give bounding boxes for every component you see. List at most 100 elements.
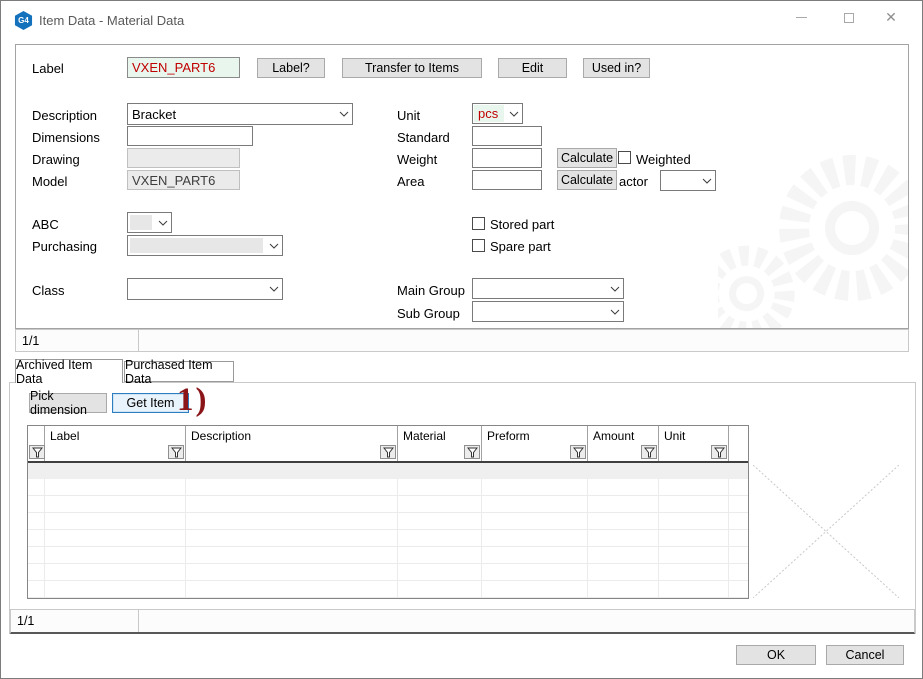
class-combobox[interactable] [127,278,283,300]
purchasing-value [130,238,263,253]
filter-button[interactable] [464,445,480,459]
unit-combobox[interactable]: pcs [472,103,523,124]
area-label: Area [397,174,425,189]
tab-archived-item-data[interactable]: Archived Item Data [15,358,123,386]
main-group-value [473,279,606,298]
table-empty-row [28,513,748,530]
filter-funnel-icon [713,447,725,457]
filter-button[interactable] [711,445,727,459]
transfer-to-items-button[interactable]: Transfer to Items [342,58,482,78]
model-label: Model [32,174,68,189]
separator [32,90,713,91]
used-in-button[interactable]: Used in? [583,58,650,78]
separator [32,200,713,201]
header-unit[interactable]: Unit [659,426,729,461]
standard-label: Standard [397,130,450,145]
filter-button[interactable] [380,445,396,459]
spare-part-checkbox[interactable] [472,239,485,252]
purchasing-combobox[interactable] [127,235,283,256]
class-value [128,279,265,299]
divider [138,330,139,351]
calculate-weight-button[interactable]: Calculate [557,148,617,168]
tab-purchased-item-data[interactable]: Purchased Item Data [124,358,234,386]
minimize-button[interactable] [784,4,818,31]
archived-items-table: Label Description Material Preform Amoun… [27,425,749,599]
description-value: Bracket [132,106,177,122]
unit-label: Unit [397,108,421,123]
column-title: Unit [664,429,686,443]
main-group-label: Main Group [397,283,465,298]
filter-button[interactable] [641,445,657,459]
table-empty-row [28,496,748,513]
header-amount[interactable]: Amount [588,426,659,461]
column-title: Material [403,429,446,443]
filter-button[interactable] [168,445,184,459]
filter-funnel-icon [170,447,182,457]
label-question-button[interactable]: Label? [257,58,325,78]
factor-combobox[interactable] [660,170,716,191]
maximize-icon [844,12,854,23]
chevron-down-icon [154,213,171,232]
standard-input[interactable] [472,126,542,146]
table-empty-row [28,479,748,496]
dimensions-input[interactable] [127,126,253,146]
dimensions-label: Dimensions [32,130,100,145]
filter-button[interactable] [570,445,586,459]
drawing-label: Drawing [32,152,80,167]
chevron-down-icon [265,236,282,255]
column-title: Preform [487,429,530,443]
empty-region-cross [753,465,899,598]
filter-funnel-icon [31,447,43,457]
column-title: Amount [593,429,635,443]
record-count: 1/1 [22,334,40,348]
filter-button[interactable] [29,445,45,459]
cancel-button[interactable]: Cancel [826,645,904,665]
filter-funnel-icon [382,447,394,457]
description-combobox[interactable]: Bracket [127,103,353,125]
factor-label: actor [619,174,648,189]
drawing-input [127,148,240,168]
area-input[interactable] [472,170,542,190]
sub-group-combobox[interactable] [472,301,624,322]
window-title: Item Data - Material Data [39,13,185,28]
separator [32,264,713,265]
filter-funnel-icon [643,447,655,457]
stored-part-label: Stored part [490,217,555,232]
factor-value [661,171,698,190]
spare-part-label: Spare part [490,239,551,254]
maximize-button[interactable] [832,4,866,31]
pick-dimension-button[interactable]: Pick dimension [29,389,107,417]
edit-button[interactable]: Edit [498,58,567,78]
material-data-form: Label VXEN_PART6 Label? Transfer to Item… [15,44,909,329]
header-description[interactable]: Description [186,426,398,461]
table-empty-row [28,547,748,564]
label-input[interactable]: VXEN_PART6 [127,57,240,78]
ok-button[interactable]: OK [736,645,816,665]
stored-part-checkbox[interactable] [472,217,485,230]
weight-label: Weight [397,152,438,167]
record-status-bar: 1/1 [15,329,909,352]
calculate-area-button[interactable]: Calculate [557,170,617,190]
unit-value: pcs [474,105,504,122]
close-icon: ✕ [885,9,897,25]
title-bar: G4 Item Data - Material Data ✕ [1,1,922,34]
separator [29,419,906,420]
header-preform[interactable]: Preform [482,426,588,461]
description-label: Description [32,108,98,123]
header-filter-column [28,426,45,461]
header-material[interactable]: Material [398,426,482,461]
column-title: Label [50,429,80,443]
sub-group-value [473,302,606,321]
header-label[interactable]: Label [45,426,186,461]
weight-input[interactable] [472,148,542,168]
app-icon: G4 [14,11,33,30]
purchasing-label: Purchasing [32,239,98,254]
table-record-count: 1/1 [17,614,35,628]
weighted-checkbox[interactable] [618,151,631,164]
chevron-down-icon [606,279,623,298]
abc-combobox[interactable] [127,212,172,233]
table-empty-row [28,564,748,581]
table-empty-row [28,530,748,547]
close-button[interactable]: ✕ [874,4,908,31]
main-group-combobox[interactable] [472,278,624,299]
